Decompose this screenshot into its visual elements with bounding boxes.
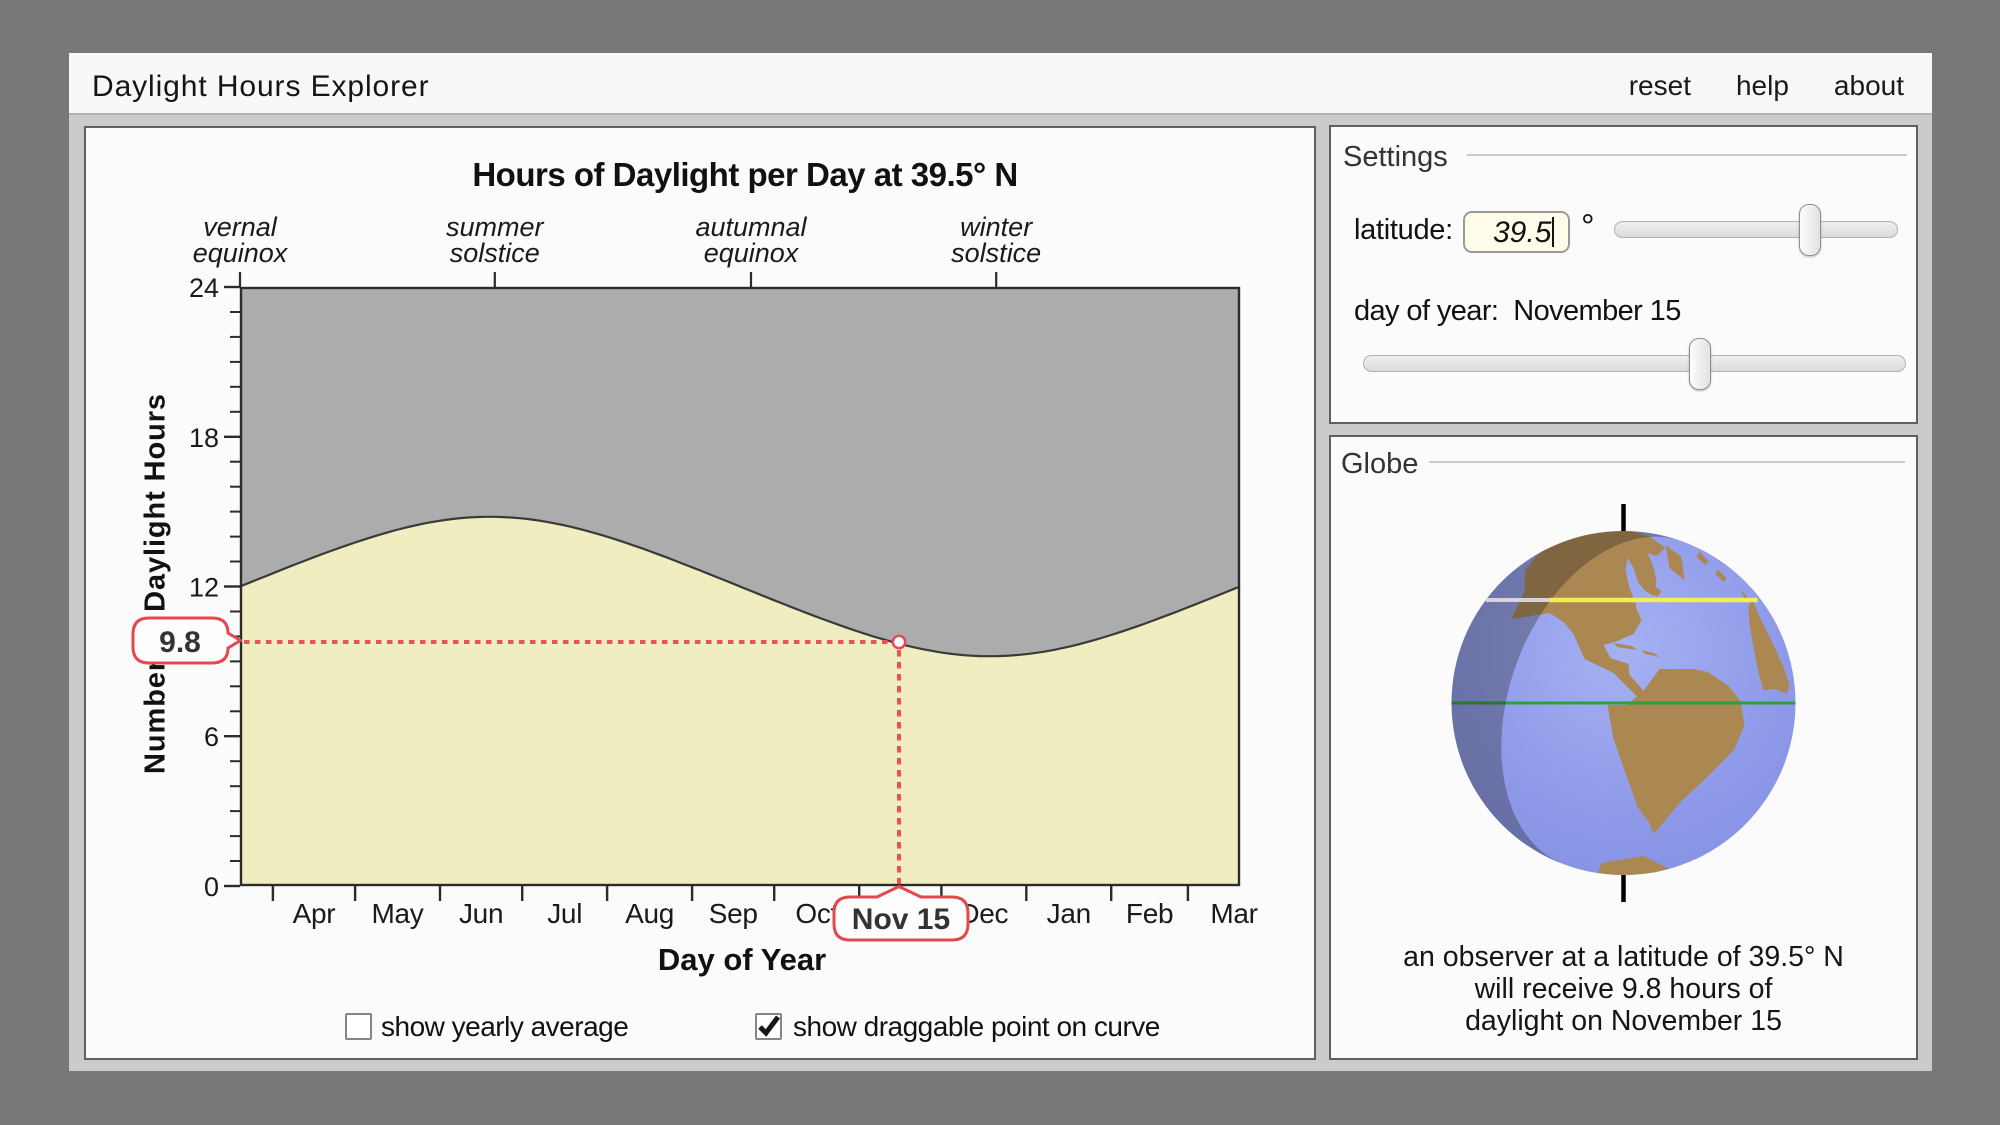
- svg-text:equinox: equinox: [704, 238, 800, 268]
- svg-text:0: 0: [204, 872, 219, 902]
- svg-text:Aug: Aug: [625, 898, 674, 929]
- svg-text:solstice: solstice: [450, 238, 540, 268]
- svg-text:Day of Year: Day of Year: [658, 942, 826, 977]
- svg-text:Hours of Daylight per Day at 3: Hours of Daylight per Day at 39.5° N: [472, 156, 1017, 193]
- svg-text:May: May: [372, 898, 424, 929]
- svg-text:12: 12: [189, 573, 219, 603]
- svg-text:Feb: Feb: [1126, 898, 1173, 929]
- svg-text:Mar: Mar: [1210, 898, 1257, 929]
- svg-text:Apr: Apr: [293, 898, 336, 929]
- svg-text:Number of Daylight Hours: Number of Daylight Hours: [140, 393, 172, 774]
- svg-text:18: 18: [189, 423, 219, 453]
- svg-text:Nov 15: Nov 15: [852, 903, 950, 936]
- svg-text:solstice: solstice: [951, 238, 1041, 268]
- svg-text:Jun: Jun: [459, 898, 503, 929]
- svg-text:equinox: equinox: [193, 238, 289, 268]
- svg-text:Sep: Sep: [709, 898, 758, 929]
- svg-text:6: 6: [204, 722, 219, 752]
- svg-text:Oct: Oct: [795, 898, 838, 929]
- svg-text:24: 24: [189, 273, 219, 303]
- svg-text:Jul: Jul: [547, 898, 582, 929]
- svg-text:9.8: 9.8: [159, 626, 201, 659]
- svg-text:Jan: Jan: [1047, 898, 1091, 929]
